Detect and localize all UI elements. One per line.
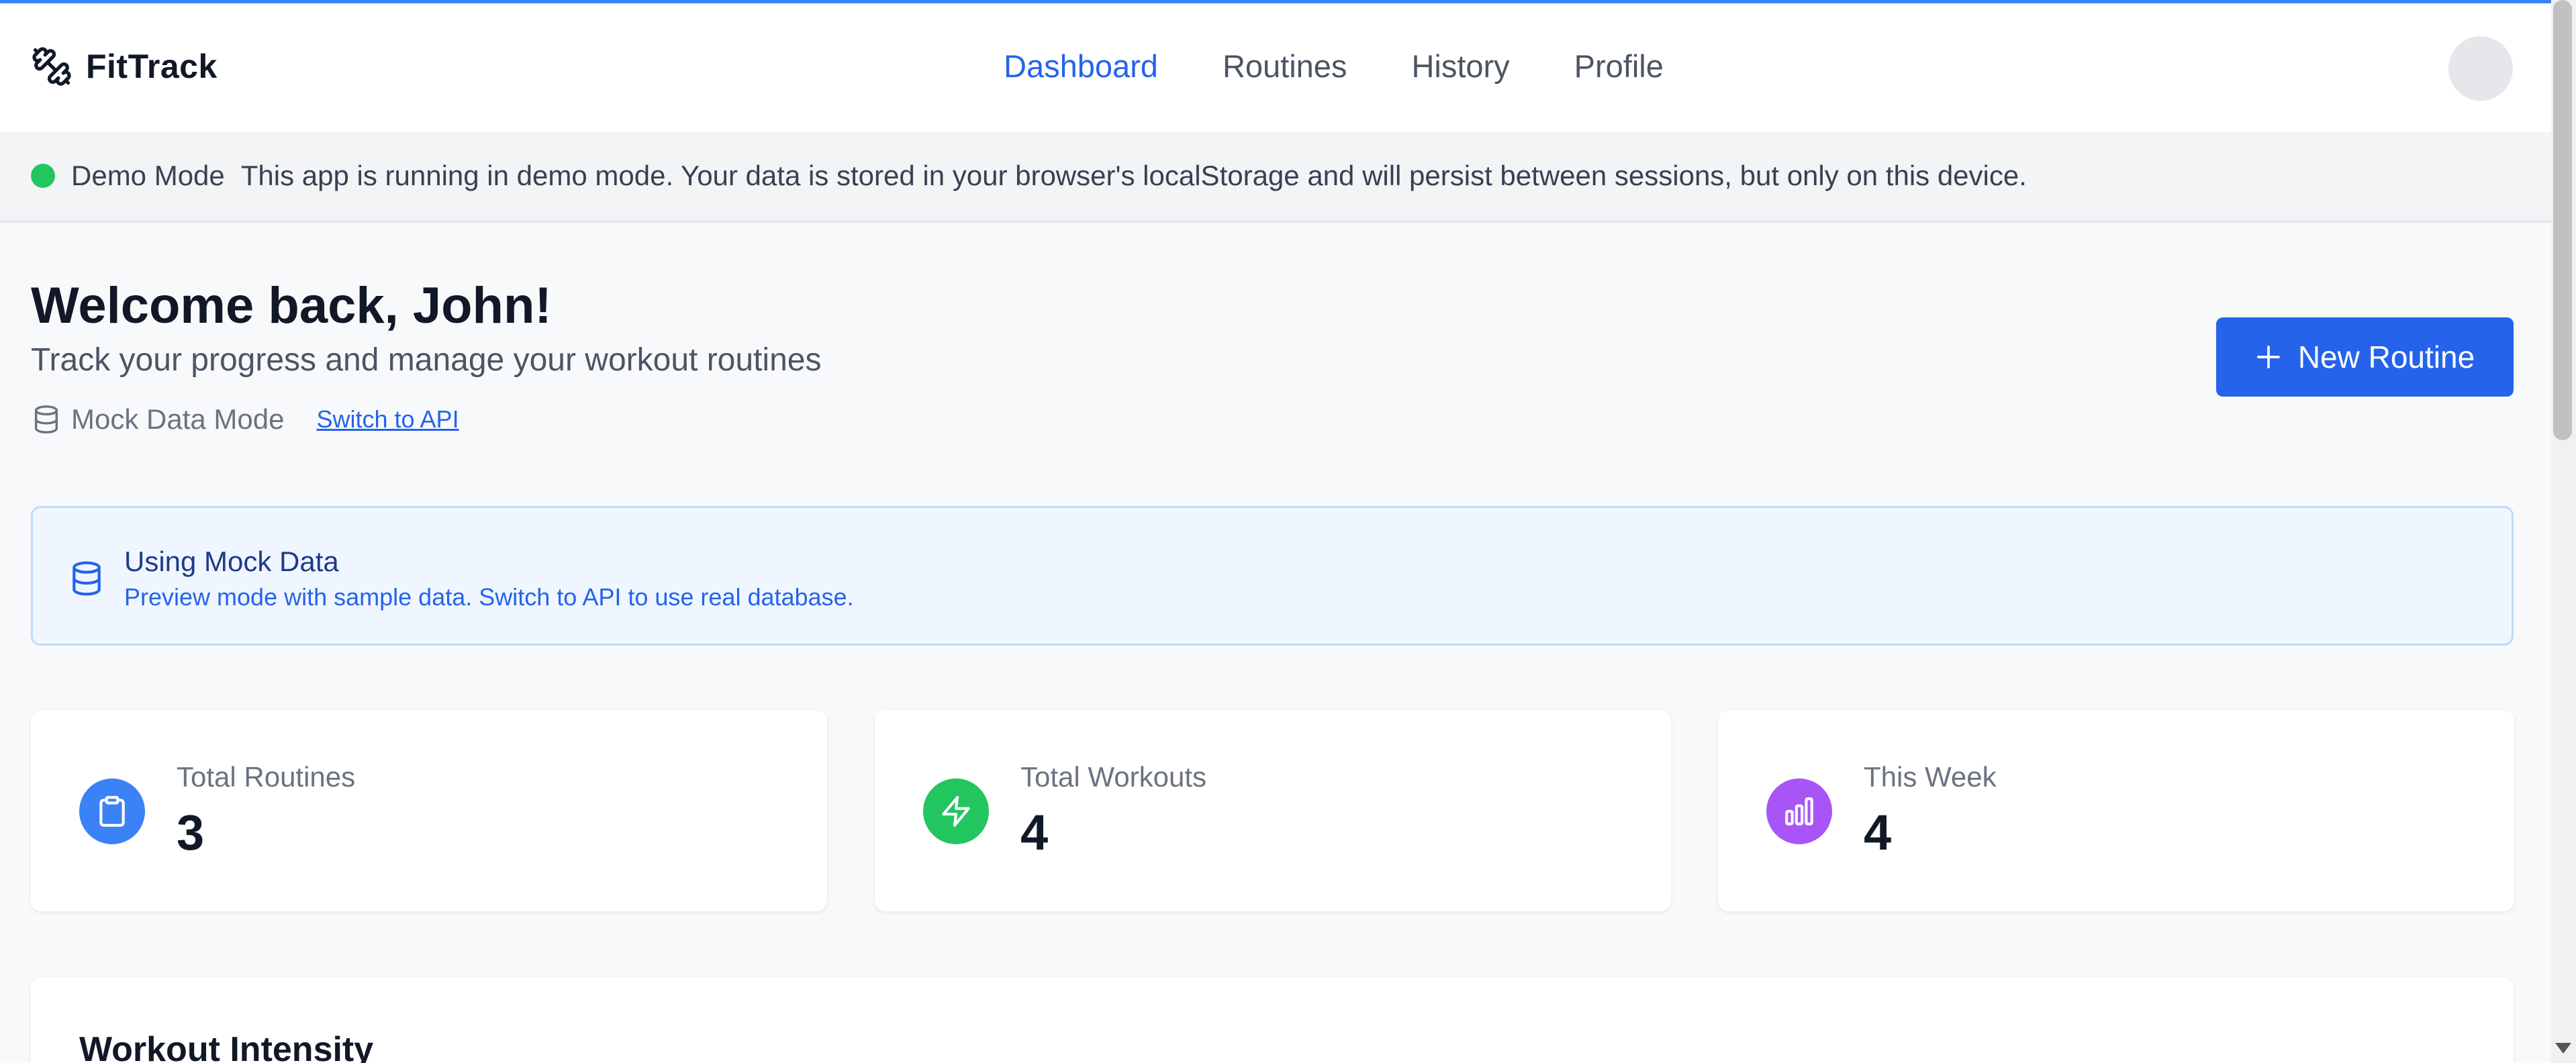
page-subtitle: Track your progress and manage your work… [31,342,822,378]
stat-card-this-week: This Week 4 [1718,710,2514,911]
database-icon [73,561,101,596]
bar-chart-icon [1766,778,1832,844]
app-name: FitTrack [86,48,218,85]
data-mode-row: Mock Data Mode Switch to API [31,403,459,436]
app-logo[interactable]: FitTrack [31,46,218,87]
nav-profile[interactable]: Profile [1574,48,1664,85]
workout-intensity-card: Workout Intensity [31,977,2514,1063]
stat-card-total-workouts: Total Workouts 4 [875,710,1671,911]
stat-card-total-routines: Total Routines 3 [31,710,827,911]
stat-label: This Week [1864,761,1997,793]
stat-label: Total Workouts [1020,761,1206,793]
nav-dashboard[interactable]: Dashboard [1004,48,1158,85]
stat-value: 4 [1864,805,1892,860]
demo-mode-message: This app is running in demo mode. Your d… [240,160,2027,191]
clipboard-icon [79,778,145,844]
switch-to-api-link[interactable]: Switch to API [316,405,459,434]
database-icon [34,405,58,434]
section-title: Workout Intensity [79,1030,374,1063]
status-dot-icon [31,164,55,188]
nav-history[interactable]: History [1411,48,1509,85]
stat-label: Total Routines [177,761,356,793]
user-avatar[interactable] [2448,36,2513,101]
app-header: FitTrack Dashboard Routines History Prof… [0,3,2551,132]
dumbbell-icon [32,47,71,86]
info-box-description: Preview mode with sample data. Switch to… [124,583,854,611]
demo-mode-banner: Demo Mode This app is running in demo mo… [0,132,2551,223]
page-title: Welcome back, John! [31,277,552,334]
demo-mode-label: Demo Mode [71,160,225,191]
scrollbar-thumb[interactable] [2553,0,2572,440]
mock-data-info-box: Using Mock Data Preview mode with sample… [31,506,2514,646]
lightning-icon [923,778,989,844]
info-box-title: Using Mock Data [124,546,339,577]
new-routine-button[interactable]: New Routine [2216,317,2514,397]
stat-value: 3 [177,805,205,860]
plus-icon [2256,346,2280,368]
data-mode-label: Mock Data Mode [71,403,285,435]
stat-value: 4 [1020,805,1049,860]
nav-routines[interactable]: Routines [1223,48,1347,85]
new-routine-label: New Routine [2297,340,2475,374]
scroll-down-arrow-icon[interactable] [2555,1043,2571,1054]
main-nav: Dashboard Routines History Profile [1004,48,1664,85]
